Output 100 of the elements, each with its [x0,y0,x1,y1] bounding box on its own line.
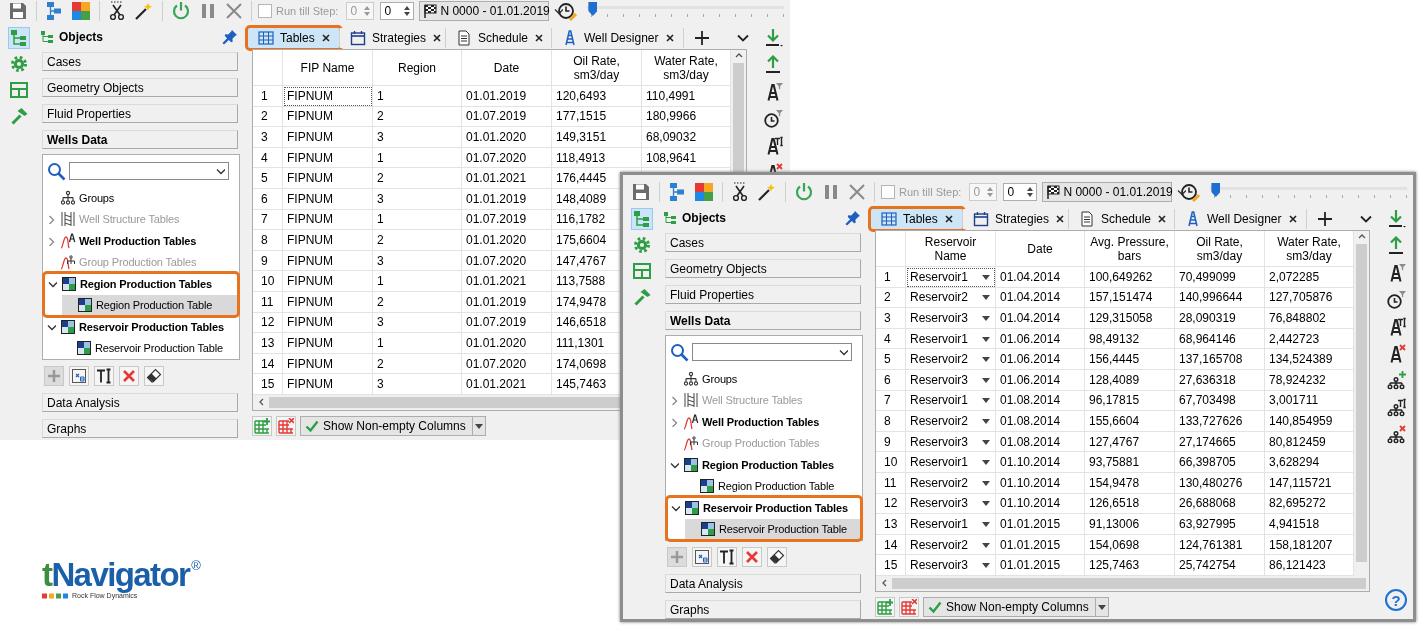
section-header[interactable]: Wells Data [42,130,238,149]
dropdown-cell[interactable]: Reservoir2 [906,287,996,309]
table-cell: 98,49132 [1085,328,1175,350]
row-number: 11 [876,472,906,494]
row-number: 14 [253,353,283,375]
section-header[interactable]: Fluid Properties [42,104,238,123]
column-header[interactable]: FIP Name [283,50,373,86]
table-cell: 2 [373,168,462,189]
table-cell: 68,964146 [1175,328,1265,350]
section-header[interactable]: Geometry Objects [42,78,238,97]
row-number: 8 [876,411,906,432]
table-cell: 01.01.2020 [462,127,552,148]
table-cell: 137,165708 [1175,349,1265,370]
table-cell: 154,0698 [1085,534,1175,556]
tree-item[interactable]: Region Production Tables [46,273,237,295]
row-number: 14 [876,534,906,556]
table-cell: 27,636318 [1175,369,1265,391]
dropdown-cell[interactable]: Reservoir3 [906,308,996,329]
section-header[interactable]: Data Analysis [665,574,861,593]
dropdown-cell[interactable]: Reservoir1 [906,452,996,473]
row-number: 11 [253,291,283,313]
section-header[interactable]: Data Analysis [42,393,238,412]
table-cell: 01.07.2019 [462,312,552,334]
checkbox-label: Run till Step: [276,5,339,17]
show-columns-button[interactable]: Show Non-empty Columns [923,596,1096,617]
column-header[interactable]: Oil Rate, sm3/day [552,50,642,86]
row-number: 9 [876,431,906,453]
table-cell: 01.01.2019 [462,291,552,313]
registered-mark: ® [191,558,201,573]
spin-field[interactable]: 0 [380,2,415,20]
table-cell: 1 [373,271,462,292]
section-header[interactable]: Cases [665,233,861,252]
dropdown-cell[interactable]: Reservoir3 [906,555,996,576]
row-number: 2 [253,106,283,128]
section-header[interactable]: Graphs [42,419,238,438]
tree-item[interactable]: Groups [45,187,238,209]
dropdown-cell[interactable]: Reservoir2 [906,534,996,556]
dropdown-cell[interactable]: Reservoir1 [906,267,996,288]
row-number: 6 [876,369,906,391]
column-header[interactable]: Date [996,231,1085,267]
section-header[interactable]: Cases [42,52,238,71]
table-cell: 155,6604 [1085,411,1175,432]
tree-item[interactable]: Region Production Table [684,475,861,497]
show-columns-button[interactable]: Show Non-empty Columns [300,415,473,436]
column-header[interactable]: Reservoir Name [906,231,996,267]
table-cell: FIPNUM [283,250,373,272]
row-number: 1 [876,267,906,288]
table-cell: 01.06.2014 [996,349,1085,370]
table-cell: 125,7463 [1085,555,1175,576]
tree-item[interactable]: Well Production Tables [45,230,238,252]
table-cell: FIPNUM [283,333,373,354]
column-header[interactable]: Date [462,50,552,86]
table-cell: 91,13006 [1085,514,1175,535]
table-cell: 2 [373,106,462,128]
tree-item[interactable]: Reservoir Production Tables [45,316,238,338]
dropdown-cell[interactable]: Reservoir3 [906,369,996,391]
table-cell: 01.08.2014 [996,390,1085,412]
row-number: 5 [876,349,906,370]
dropdown-cell[interactable]: Reservoir2 [906,411,996,432]
table-cell: 130,480276 [1175,472,1265,494]
dropdown-cell[interactable]: Reservoir3 [906,431,996,453]
table-cell: 01.01.2019 [462,86,552,107]
dropdown-cell[interactable]: Reservoir3 [906,493,996,515]
column-header[interactable]: Oil Rate, sm3/day [1175,231,1265,267]
tree-item[interactable]: Reservoir Production Table [685,518,860,540]
tab[interactable]: Tables [248,28,340,48]
table-cell: 01.01.2020 [462,230,552,251]
dropdown-cell[interactable]: Reservoir2 [906,349,996,370]
table-cell: 67,703498 [1175,390,1265,412]
table-cell: 27,174665 [1175,431,1265,453]
dropdown-cell[interactable]: Reservoir1 [906,390,996,412]
table-cell: 3 [373,250,462,272]
dropdown-cell[interactable]: Reservoir2 [906,472,996,494]
table-cell: 01.06.2014 [996,369,1085,391]
dropdown-cell[interactable]: Reservoir1 [906,328,996,350]
help-button[interactable]: ? [1385,589,1407,611]
dropdown-cell[interactable]: Reservoir1 [906,514,996,535]
table-cell: 149,3151 [552,127,642,148]
row-number: 2 [876,287,906,309]
section-header[interactable]: Fluid Properties [665,285,861,304]
row-number: 12 [876,493,906,515]
tree-item[interactable]: Reservoir Production Table [61,337,238,359]
tree-item[interactable]: Reservoir Production Tables [669,497,860,519]
table-cell: FIPNUM [283,168,373,189]
column-header[interactable]: Avg. Pressure, bars [1085,231,1175,267]
table-cell: 01.07.2019 [462,106,552,128]
table-cell: 96,17815 [1085,390,1175,412]
tab[interactable]: Tables [871,209,963,229]
tree-item[interactable]: Region Production Table [62,294,237,316]
tree-item[interactable]: Groups [668,368,861,390]
spin-field[interactable]: 0 [1003,183,1038,201]
table-cell: 01.10.2014 [996,452,1085,473]
row-number: 10 [876,452,906,473]
section-header[interactable]: Graphs [665,600,861,619]
section-header[interactable]: Wells Data [665,311,861,330]
column-header[interactable]: Region [373,50,462,86]
tree-item[interactable]: Region Production Tables [668,454,861,476]
section-header[interactable]: Geometry Objects [665,259,861,278]
tree-item[interactable]: Well Production Tables [668,411,861,433]
table-cell: FIPNUM [283,188,373,210]
